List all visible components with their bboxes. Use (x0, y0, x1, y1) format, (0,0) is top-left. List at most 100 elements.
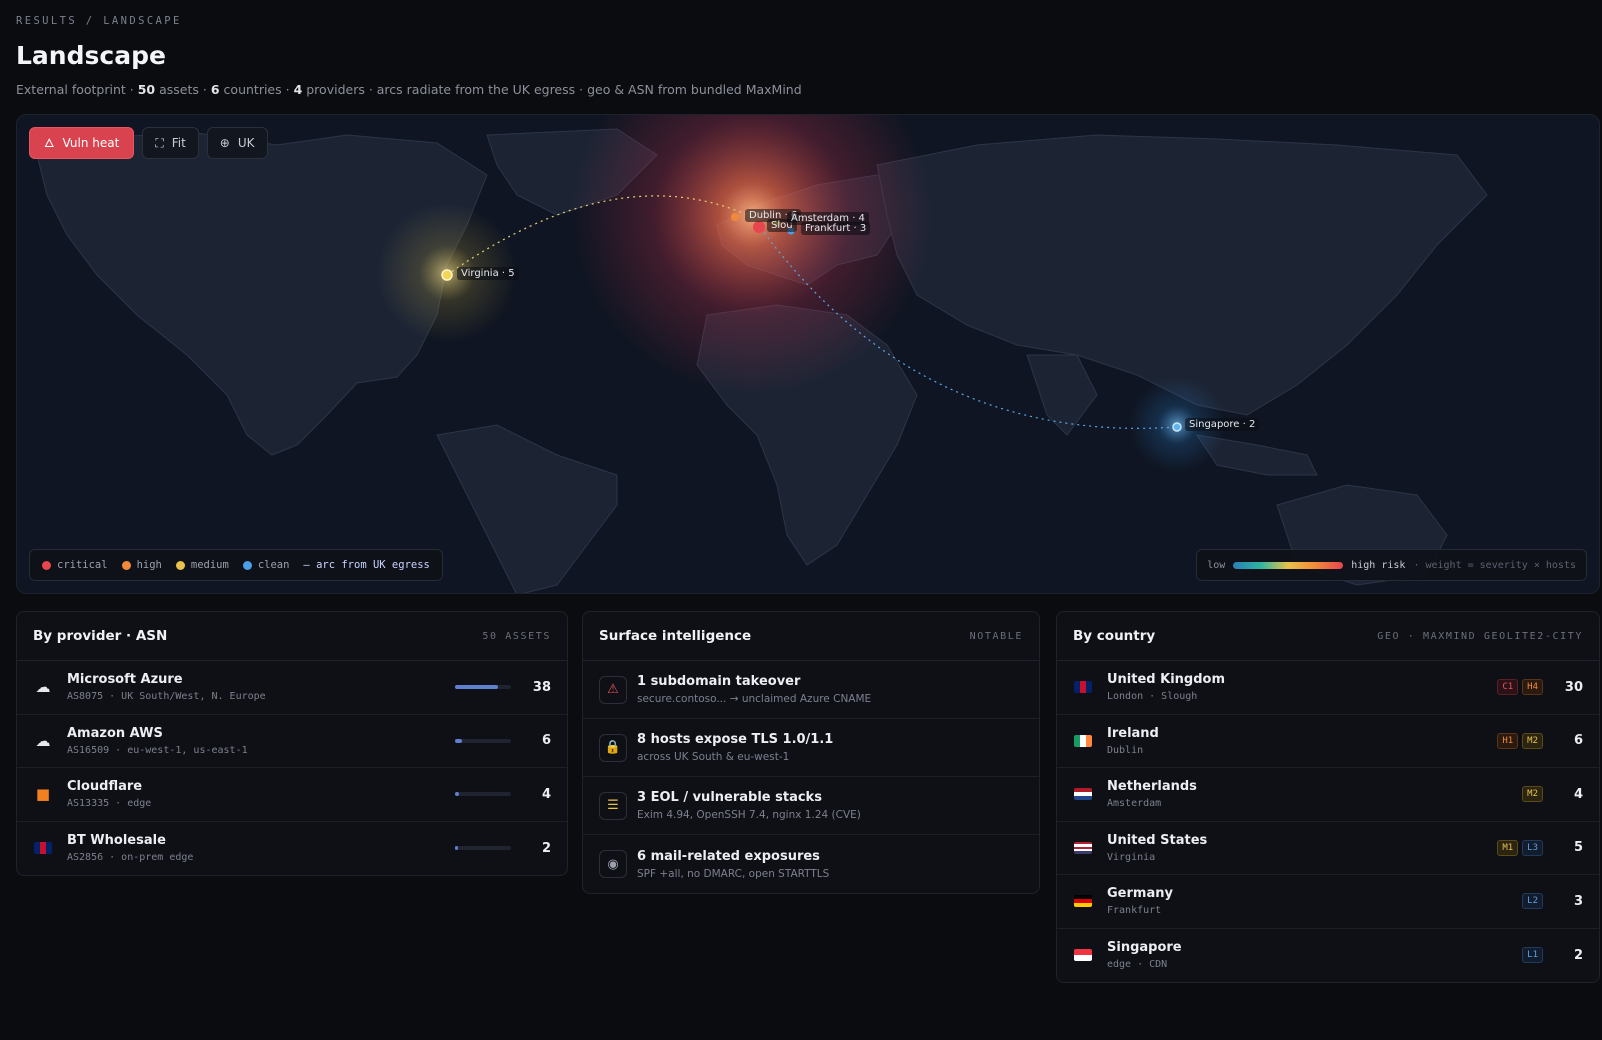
flag-stripe (46, 842, 52, 855)
country-name: United States (1107, 832, 1208, 848)
providers-meta: 50 ASSETS (482, 630, 551, 642)
intel-detail: across UK South & eu-west-1 (637, 751, 790, 763)
severity-badge: M1 (1497, 839, 1519, 856)
intel-info: 3 EOL / vulnerable stacks Exim 4.94, Open… (637, 790, 1023, 821)
severity-badges: C1 H4 (1497, 679, 1543, 696)
provider-share-bar (455, 846, 511, 851)
intel-detail: Exim 4.94, OpenSSH 7.4, nginx 1.24 (CVE) (637, 809, 861, 821)
country-flag (1073, 784, 1093, 804)
uk-flag-icon (34, 842, 52, 855)
country-flag (1073, 677, 1093, 697)
breadcrumb: RESULTS / LANDSCAPE (16, 15, 182, 27)
providers-count: 4 (293, 82, 303, 97)
countries-meta: GEO · MAXMIND GEOLITE2-CITY (1377, 630, 1583, 642)
intel-meta: NOTABLE (969, 630, 1023, 642)
provider-name: BT Wholesale (67, 833, 166, 849)
high-dot-icon (121, 560, 131, 570)
subtitle-assets-word: assets · (159, 82, 207, 97)
provider-count: 4 (541, 786, 551, 802)
intel-row[interactable]: ☰ 3 EOL / vulnerable stacks Exim 4.94, Ope… (583, 777, 1039, 835)
provider-count: 6 (541, 733, 551, 749)
country-row[interactable]: Germany Frankfurt L2 3 (1057, 875, 1599, 929)
medium-dot-icon (175, 560, 185, 570)
subtitle-lead: External footprint · (16, 82, 134, 97)
severity-badges: M1 L3 (1497, 839, 1543, 856)
country-row[interactable]: United States Virginia M1 L3 5 (1057, 822, 1599, 875)
provider-row[interactable]: BT Wholesale AS2856 · on-prem edge 2 (17, 822, 567, 876)
intel-row[interactable]: 🔒 8 hosts expose TLS 1.0/1.1 across UK Sou… (583, 719, 1039, 777)
nl-flag-icon (1074, 788, 1092, 801)
cloud-icon: ☁ (35, 731, 51, 750)
country-flag (1073, 891, 1093, 911)
country-row[interactable]: Netherlands Amsterdam M2 4 (1057, 768, 1599, 822)
risk-low-label: low (1207, 559, 1226, 571)
country-row[interactable]: Ireland Dublin H1 M2 6 (1057, 715, 1599, 768)
risk-high-label: high risk (1351, 559, 1406, 571)
critical-dot-icon (42, 560, 51, 570)
flag-stripe (1074, 955, 1092, 962)
severity-badge: H1 (1497, 732, 1519, 749)
provider-row[interactable]: ☁ Amazon AWS AS16509 · eu-west-1, us-east-… (17, 715, 567, 768)
ie-flag-icon (1074, 734, 1092, 747)
provider-count: 2 (541, 840, 551, 856)
provider-info: BT Wholesale AS2856 · on-prem edge (67, 833, 455, 863)
risk-gradient-bar (1233, 561, 1344, 569)
intel-header: Surface intelligence NOTABLE (583, 612, 1039, 661)
country-info: United Kingdom London · Slough (1107, 672, 1497, 702)
provider-row[interactable]: ☁ Microsoft Azure AS8075 · UK South/West, … (17, 661, 567, 715)
flag-stripe (1074, 851, 1092, 854)
fit-button[interactable]: ⛶ Fit (142, 127, 199, 159)
vuln-heat-button[interactable]: 🜂 Vuln heat (29, 127, 135, 159)
countries-header: By country GEO · MAXMIND GEOLITE2-CITY (1057, 612, 1599, 661)
page-subtitle: External footprint · 50 assets · 6 count… (16, 82, 802, 97)
intel-title: 1 subdomain takeover (637, 674, 801, 689)
world-map[interactable]: 🜂 Vuln heat ⛶ Fit ⊕ UK Dublin · 6 Slou A… (16, 114, 1600, 594)
intel-title: 8 hosts expose TLS 1.0/1.1 (637, 732, 834, 747)
country-row[interactable]: Singapore edge · CDN L1 2 (1057, 929, 1599, 983)
map-canvas[interactable] (17, 115, 1600, 594)
provider-asn: AS8075 · UK South/West, N. Europe (67, 691, 266, 703)
page-title: Landscape (16, 41, 166, 70)
zoom-uk-label: UK (237, 136, 255, 150)
legend-medium: medium (175, 559, 229, 571)
country-flag (1073, 838, 1093, 858)
provider-share-fill (455, 685, 498, 690)
marker-label-frankfurt: Frankfurt · 3 (801, 222, 871, 235)
providers-header: By provider · ASN 50 ASSETS (17, 612, 567, 661)
vuln-heat-label: Vuln heat (62, 136, 120, 150)
severity-badges: M2 (1522, 786, 1543, 803)
countries-panel: By country GEO · MAXMIND GEOLITE2-CITY U… (1056, 611, 1600, 983)
map-toolbar: 🜂 Vuln heat ⛶ Fit ⊕ UK (29, 127, 268, 159)
country-info: Ireland Dublin (1107, 726, 1497, 756)
severity-badge: H4 (1522, 679, 1543, 696)
zoom-uk-button[interactable]: ⊕ UK (206, 127, 268, 159)
providers-panel: By provider · ASN 50 ASSETS ☁ Microsoft A… (16, 611, 568, 876)
provider-row[interactable]: ■ Cloudflare AS13335 · edge 4 (17, 768, 567, 822)
legend-high: high (121, 559, 162, 571)
marker-london (753, 221, 765, 233)
country-row[interactable]: United Kingdom London · Slough C1 H4 30 (1057, 661, 1599, 715)
intel-row[interactable]: ◉ 6 mail-related exposures SPF +all, no DM… (583, 835, 1039, 893)
countries-title: By country (1073, 628, 1156, 644)
intel-row[interactable]: ⚠ 1 subdomain takeover secure.contoso... →… (583, 661, 1039, 719)
legend-critical: critical (42, 559, 108, 571)
clean-dot-icon (242, 560, 252, 570)
warning-icon: ⚠ (599, 675, 627, 704)
provider-share-fill (455, 846, 459, 851)
legend-arc: — arc from UK egress (303, 559, 430, 571)
provider-info: Microsoft Azure AS8075 · UK South/West, N… (67, 672, 455, 702)
providers-title: By provider · ASN (33, 628, 168, 644)
country-count: 6 (1573, 733, 1583, 749)
marker-singapore (1172, 422, 1182, 432)
provider-share-bar (455, 738, 511, 743)
country-cities: London · Slough (1107, 691, 1198, 703)
provider-share-fill (455, 738, 462, 743)
intel-info: 1 subdomain takeover secure.contoso... → … (637, 674, 1023, 705)
legend-critical-label: critical (57, 559, 108, 571)
intel-info: 8 hosts expose TLS 1.0/1.1 across UK Sout… (637, 732, 1023, 763)
severity-badges: H1 M2 (1497, 732, 1543, 749)
intel-title: Surface intelligence (599, 628, 752, 644)
provider-name: Microsoft Azure (67, 672, 183, 688)
flag-stripe (1074, 796, 1092, 801)
country-cities: Frankfurt (1107, 905, 1162, 917)
